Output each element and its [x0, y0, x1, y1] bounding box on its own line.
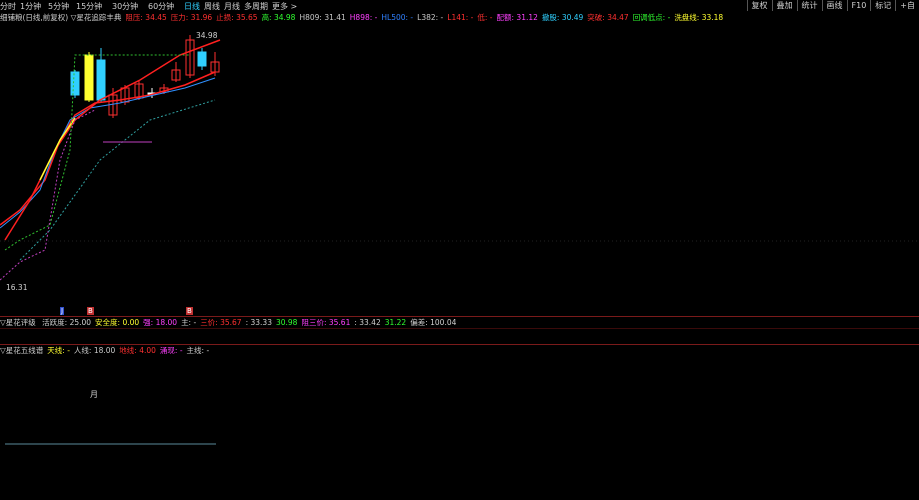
ma-line [0, 77, 216, 229]
band-line [0, 109, 96, 281]
candle-body [96, 59, 106, 101]
candle-body [197, 51, 207, 67]
ma-line [4, 39, 221, 241]
kline-chart[interactable] [0, 0, 919, 500]
high-price-label: 34.98 [196, 31, 218, 40]
low-price-label: 16.31 [6, 283, 28, 292]
signal-marker: B [87, 307, 94, 315]
signal-marker: J [60, 307, 65, 315]
candle-body [70, 71, 80, 96]
band-line [19, 99, 216, 261]
panel3-month-label: 月 [90, 390, 98, 399]
candle-body [84, 54, 94, 101]
ma-line [0, 71, 216, 226]
signal-marker: B [186, 307, 193, 315]
